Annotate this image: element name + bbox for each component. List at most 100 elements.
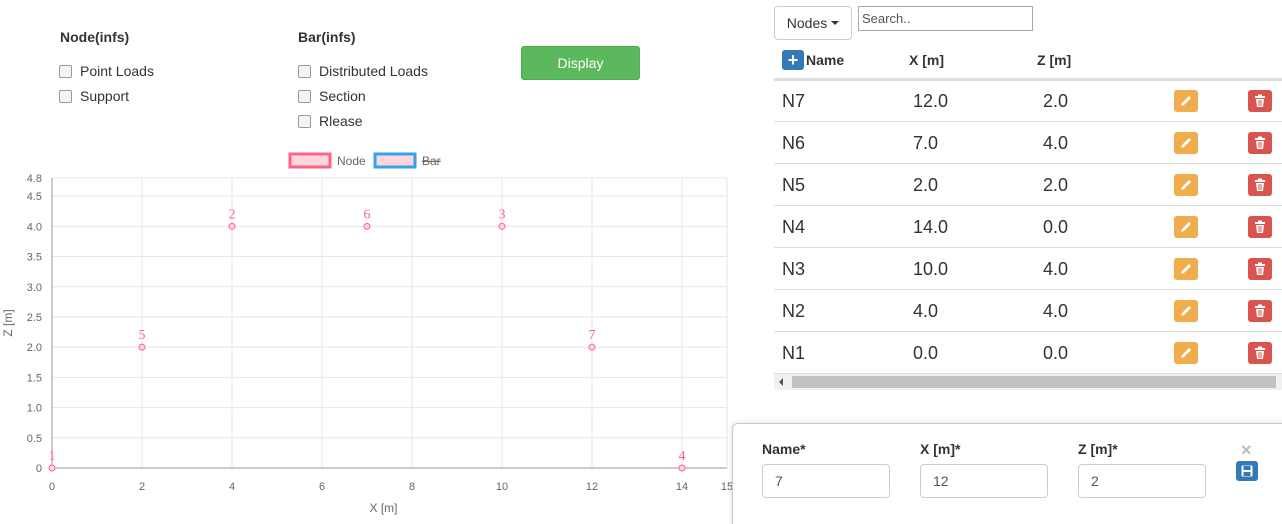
x-tick-label: 8 bbox=[409, 481, 415, 493]
edit-button[interactable] bbox=[1174, 342, 1198, 364]
point-loads-checkbox[interactable]: Point Loads bbox=[59, 63, 154, 79]
caret-down-icon bbox=[831, 21, 840, 25]
trash-icon bbox=[1255, 346, 1265, 359]
trash-icon bbox=[1255, 136, 1265, 149]
node-name: N6 bbox=[782, 133, 806, 153]
node-point[interactable] bbox=[678, 464, 686, 472]
x-tick-label: 12 bbox=[586, 481, 598, 493]
delete-button[interactable] bbox=[1248, 216, 1272, 238]
legend-swatch[interactable] bbox=[373, 152, 417, 169]
node-x: 4.0 bbox=[913, 301, 939, 321]
section-checkbox[interactable]: Section bbox=[298, 88, 366, 104]
checkbox-label: Rlease bbox=[319, 113, 363, 129]
node-point-label: 5 bbox=[139, 328, 146, 343]
delete-button[interactable] bbox=[1248, 90, 1272, 112]
delete-button[interactable] bbox=[1248, 258, 1272, 280]
node-point-label: 2 bbox=[229, 207, 236, 222]
pencil-icon bbox=[1181, 180, 1191, 190]
checkbox-label: Section bbox=[319, 88, 366, 104]
close-icon[interactable]: × bbox=[1241, 440, 1252, 461]
search-input[interactable] bbox=[858, 6, 1033, 31]
node-z: 2.0 bbox=[1043, 91, 1069, 111]
node-name: N5 bbox=[782, 175, 806, 195]
checkbox-label: Point Loads bbox=[80, 63, 154, 79]
legend-swatch[interactable] bbox=[288, 152, 332, 169]
y-tick-label: 0.5 bbox=[27, 433, 42, 445]
node-point[interactable] bbox=[363, 222, 371, 230]
delete-button[interactable] bbox=[1248, 132, 1272, 154]
node-point[interactable] bbox=[588, 343, 596, 351]
y-tick-label: 4.8 bbox=[27, 173, 42, 185]
delete-button[interactable] bbox=[1248, 174, 1272, 196]
node-point[interactable] bbox=[48, 464, 56, 472]
name-field[interactable] bbox=[762, 464, 890, 498]
scrollbar-thumb[interactable] bbox=[792, 376, 1276, 388]
edit-button[interactable] bbox=[1174, 216, 1198, 238]
x-tick-label: 10 bbox=[496, 481, 508, 493]
table-row: N1 0.0 0.0 bbox=[774, 332, 1282, 374]
save-button[interactable] bbox=[1236, 461, 1258, 481]
node-name: N4 bbox=[782, 217, 806, 237]
edit-node-panel: Name* X [m]* Z [m]* × bbox=[732, 423, 1282, 524]
node-name: N1 bbox=[782, 343, 806, 363]
distributed-loads-checkbox[interactable]: Distributed Loads bbox=[298, 63, 428, 79]
add-node-button[interactable]: + bbox=[782, 50, 804, 70]
node-x: 7.0 bbox=[913, 133, 939, 153]
release-checkbox[interactable]: Rlease bbox=[298, 113, 363, 129]
z-field[interactable] bbox=[1078, 464, 1206, 498]
x-field[interactable] bbox=[920, 464, 1048, 498]
x-tick-label: 6 bbox=[319, 481, 325, 493]
node-point[interactable] bbox=[228, 222, 236, 230]
structure-chart[interactable]: 0 2 4 6 8 10 12 14 1500.51.01.52.02.53.03.54.04.… bbox=[0, 148, 732, 524]
support-checkbox[interactable]: Support bbox=[59, 88, 129, 104]
checkbox-box[interactable] bbox=[298, 64, 311, 78]
y-tick-label: 3.0 bbox=[27, 282, 42, 294]
header-name: Name bbox=[806, 52, 845, 68]
pencil-icon bbox=[1181, 348, 1191, 358]
checkbox-box[interactable] bbox=[298, 89, 311, 103]
node-point[interactable] bbox=[498, 222, 506, 230]
scroll-left-icon[interactable] bbox=[779, 378, 783, 386]
node-name: N7 bbox=[782, 91, 806, 111]
node-z: 4.0 bbox=[1043, 133, 1069, 153]
pencil-icon bbox=[1181, 96, 1191, 106]
checkbox-label: Support bbox=[80, 88, 130, 104]
table-row: N6 7.0 4.0 bbox=[774, 122, 1282, 164]
x-tick-label: 0 bbox=[49, 481, 55, 493]
node-z: 2.0 bbox=[1043, 175, 1069, 195]
pencil-icon bbox=[1181, 222, 1191, 232]
horizontal-scrollbar[interactable] bbox=[774, 374, 1282, 390]
delete-button[interactable] bbox=[1248, 342, 1272, 364]
trash-icon bbox=[1255, 94, 1265, 107]
pencil-icon bbox=[1181, 264, 1191, 274]
node-z: 0.0 bbox=[1043, 217, 1069, 237]
y-tick-label: 1.5 bbox=[27, 372, 42, 384]
x-tick-label: 4 bbox=[229, 481, 235, 493]
delete-button[interactable] bbox=[1248, 300, 1272, 322]
node-name: N2 bbox=[782, 301, 806, 321]
legend-label: Bar bbox=[422, 154, 441, 168]
checkbox-box[interactable] bbox=[59, 64, 72, 78]
node-x: 0.0 bbox=[913, 343, 939, 363]
legend-label: Node bbox=[337, 154, 366, 168]
nodes-dropdown[interactable]: Nodes bbox=[774, 6, 852, 40]
x-tick-label: 15 bbox=[721, 481, 732, 493]
edit-button[interactable] bbox=[1174, 90, 1198, 112]
edit-button[interactable] bbox=[1174, 258, 1198, 280]
node-point[interactable] bbox=[138, 343, 146, 351]
y-axis-title: Z [m] bbox=[1, 309, 15, 336]
display-button[interactable]: Display bbox=[521, 46, 640, 80]
y-tick-label: 3.5 bbox=[27, 252, 42, 264]
node-x: 10.0 bbox=[913, 259, 949, 279]
node-x: 12.0 bbox=[913, 91, 949, 111]
y-tick-label: 0 bbox=[36, 463, 42, 475]
edit-button[interactable] bbox=[1174, 174, 1198, 196]
edit-button[interactable] bbox=[1174, 300, 1198, 322]
bar-group-title: Bar(infs) bbox=[298, 29, 356, 45]
y-tick-label: 2.5 bbox=[27, 312, 42, 324]
checkbox-box[interactable] bbox=[298, 114, 311, 128]
header-z: Z [m] bbox=[1037, 52, 1072, 68]
checkbox-box[interactable] bbox=[59, 89, 72, 103]
edit-button[interactable] bbox=[1174, 132, 1198, 154]
checkbox-label: Distributed Loads bbox=[319, 63, 428, 79]
